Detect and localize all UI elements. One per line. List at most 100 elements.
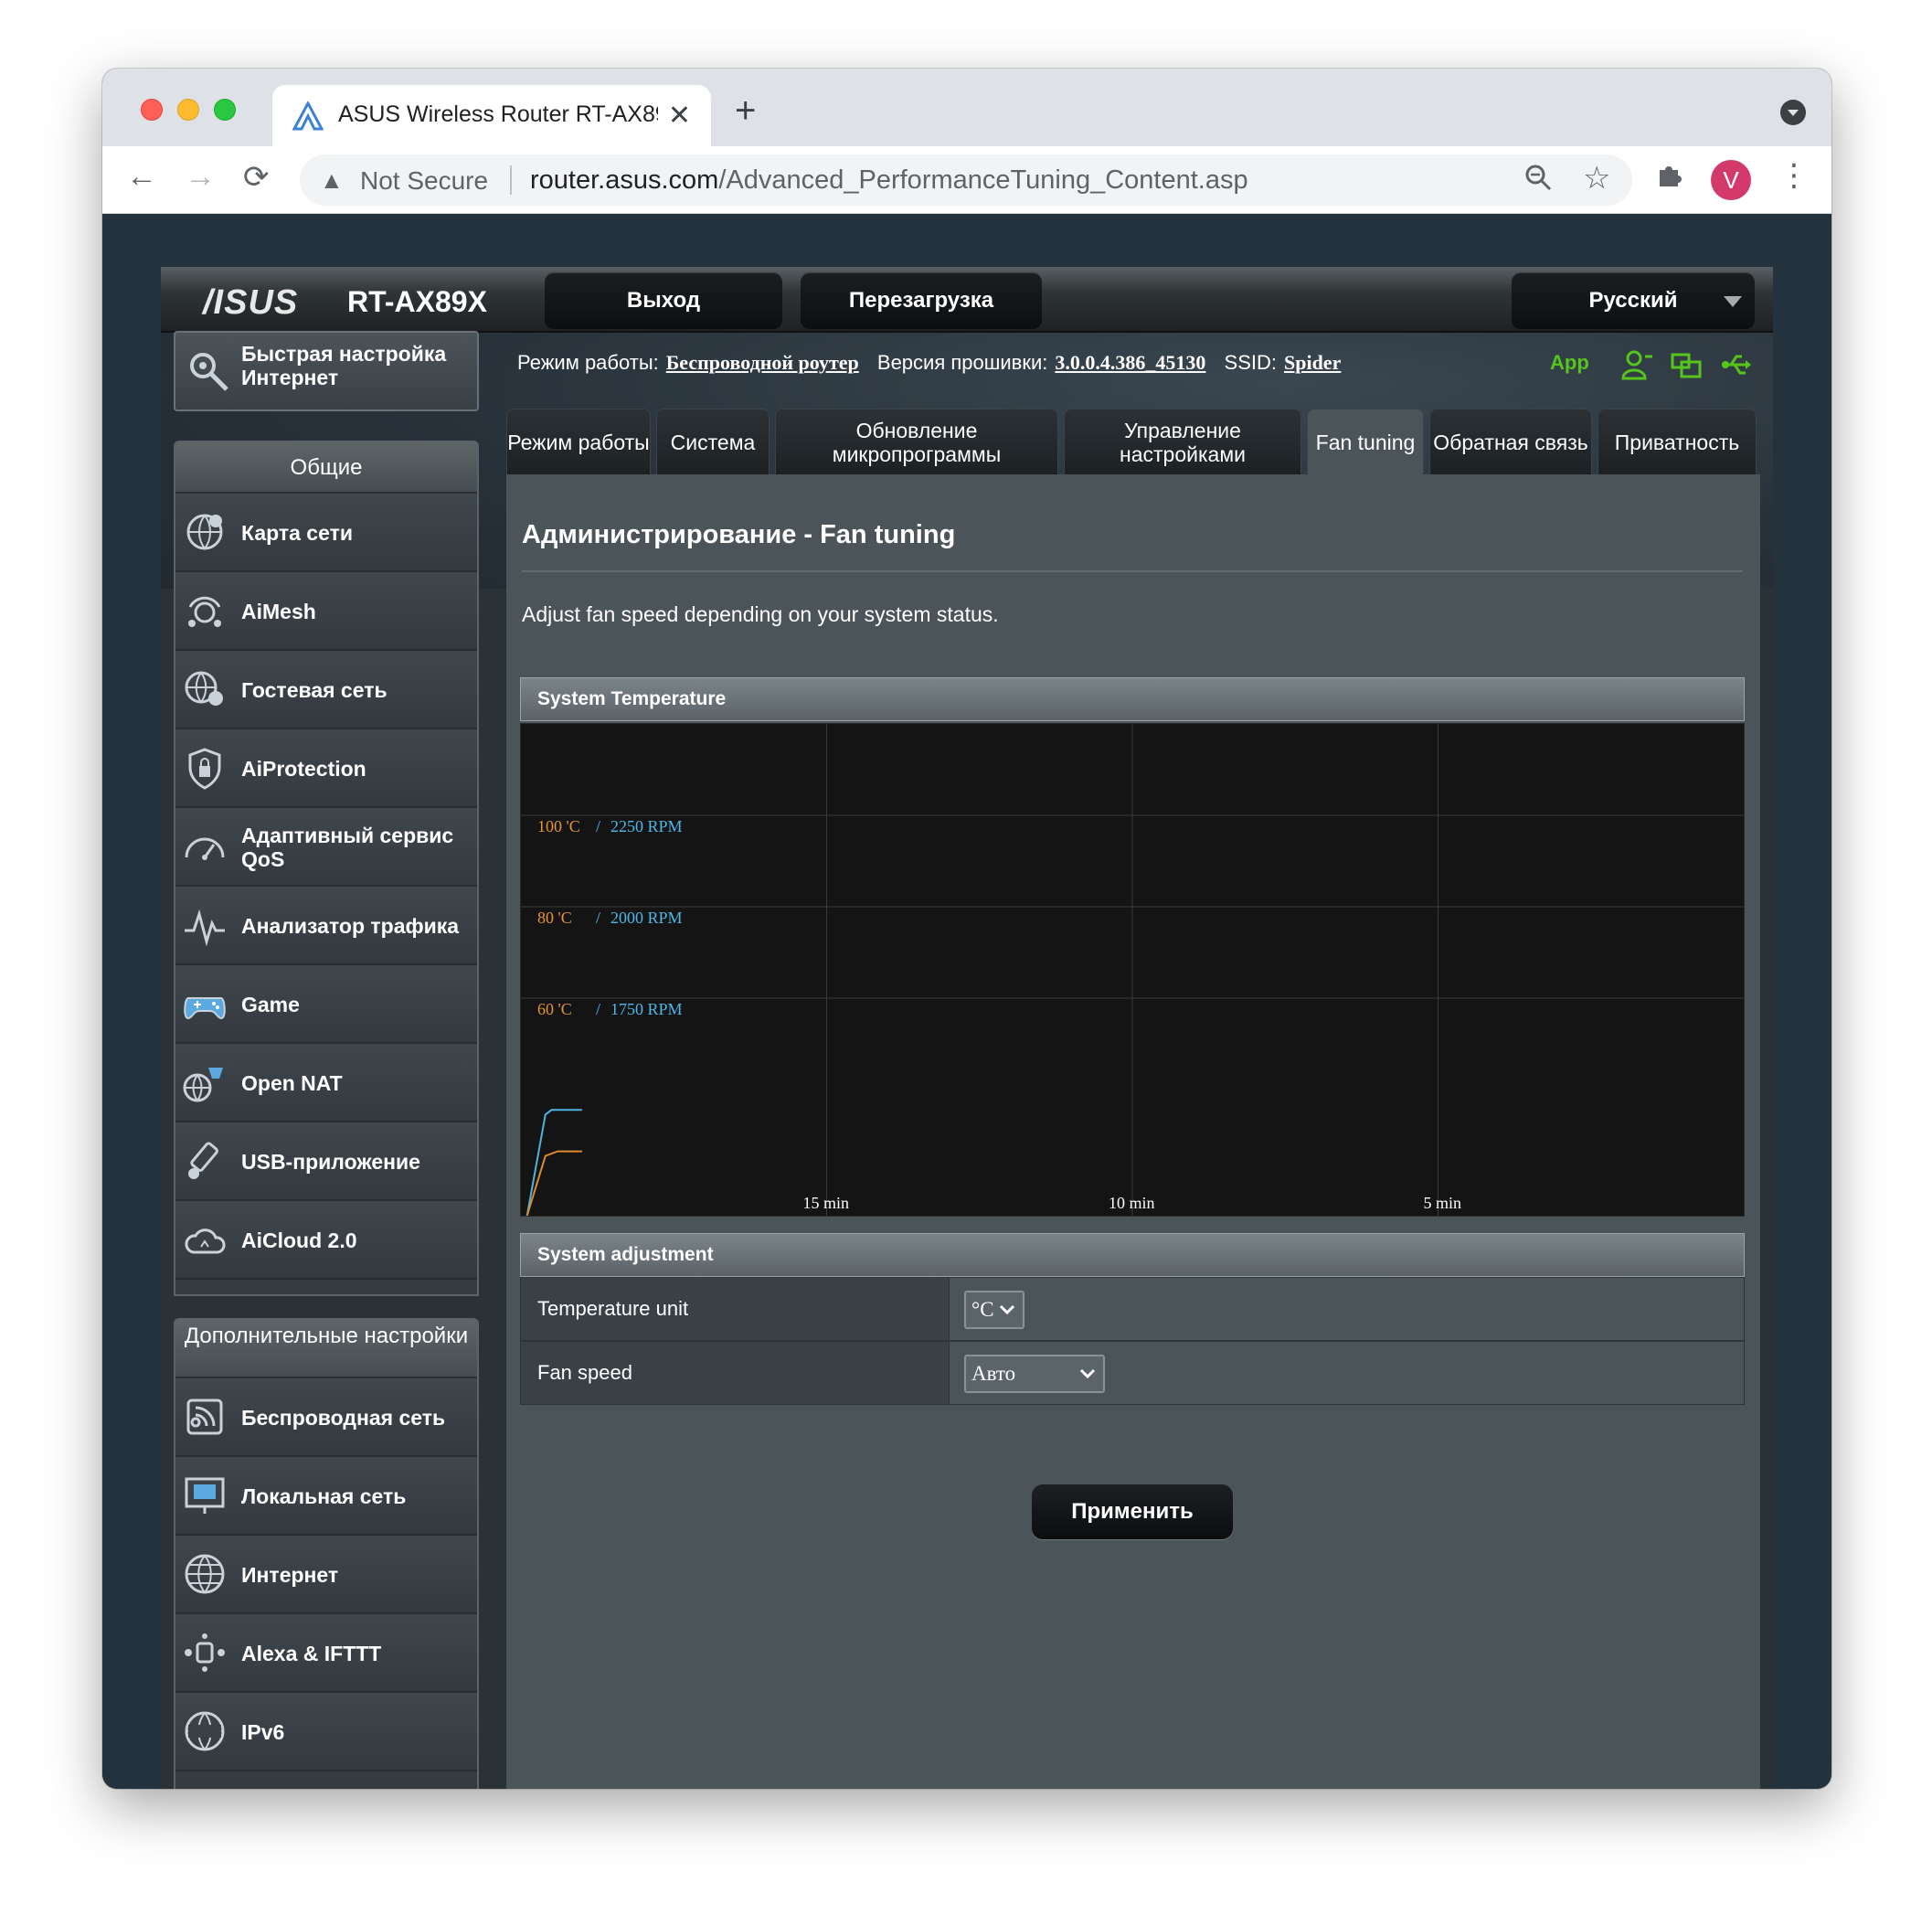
alexa-ifttt-icon bbox=[185, 1633, 225, 1672]
browser-tab[interactable]: ASUS Wireless Router RT-AX89X ✕ bbox=[272, 85, 711, 146]
sidebar-item-lan[interactable]: Локальная сеть bbox=[175, 1457, 477, 1536]
router-page: /ISUS RT-AX89X Выход Перезагрузка Русски… bbox=[102, 215, 1831, 1789]
sidebar-item-aiprotection[interactable]: AiProtection bbox=[175, 729, 477, 808]
open-nat-icon bbox=[183, 1068, 223, 1102]
advanced-menu: Дополнительные настройки Беспроводная се… bbox=[174, 1318, 479, 1789]
tab-system[interactable]: Система bbox=[656, 409, 770, 474]
chevron-down-icon bbox=[1724, 296, 1742, 307]
rpm-axis-label: 2250 RPM bbox=[610, 817, 683, 835]
temperature-axis-label: 80 'C bbox=[537, 909, 572, 927]
sidebar-item-aicloud[interactable]: AiCloud 2.0 bbox=[175, 1201, 477, 1280]
app-link[interactable]: App bbox=[1550, 351, 1589, 375]
tab-firmware-upgrade[interactable]: Обновление микропрограммы bbox=[775, 409, 1058, 474]
title-divider bbox=[522, 570, 1743, 572]
temperature-axis-label: 60 'C bbox=[537, 1000, 572, 1018]
op-mode-label: Режим работы: bbox=[517, 351, 659, 374]
sidebar-item-label: AiMesh bbox=[241, 600, 316, 623]
tab-title: ASUS Wireless Router RT-AX89X bbox=[338, 101, 658, 127]
language-select[interactable]: Русский bbox=[1512, 272, 1755, 329]
not-secure-label[interactable]: Not Secure bbox=[360, 166, 488, 196]
sidebar-item-internet[interactable]: Интернет bbox=[175, 1536, 477, 1614]
minimize-window-button[interactable] bbox=[177, 99, 199, 121]
apply-button[interactable]: Применить bbox=[1032, 1484, 1233, 1539]
sidebar-item-label: Alexa & IFTTT bbox=[241, 1642, 382, 1665]
sidebar-item-usb-application[interactable]: USB-приложение bbox=[175, 1122, 477, 1201]
fan-speed-row: Fan speed Авто bbox=[520, 1341, 1745, 1405]
logout-button[interactable]: Выход bbox=[545, 272, 782, 329]
time-axis-label: 5 min bbox=[1424, 1194, 1462, 1212]
back-icon[interactable]: ← bbox=[126, 159, 157, 195]
network-status-icon[interactable] bbox=[1671, 349, 1702, 380]
lan-icon bbox=[185, 1477, 225, 1514]
temperature-axis-label: 100 'C bbox=[537, 817, 580, 835]
close-window-button[interactable] bbox=[141, 99, 163, 121]
extensions-icon[interactable] bbox=[1656, 161, 1683, 197]
fan-speed-cell: Авто bbox=[949, 1342, 1744, 1404]
sidebar-item-ipv6[interactable]: IPv6 bbox=[175, 1693, 477, 1771]
tab-feedback[interactable]: Обратная связь bbox=[1429, 409, 1592, 474]
sidebar-item-traffic-analyzer[interactable]: Анализатор трафика bbox=[175, 887, 477, 965]
router-header: /ISUS RT-AX89X Выход Перезагрузка Русски… bbox=[161, 267, 1773, 333]
maximize-window-button[interactable] bbox=[214, 99, 236, 121]
fan-speed-label: Fan speed bbox=[521, 1342, 949, 1404]
tab-settings-management[interactable]: Управление настройками bbox=[1064, 409, 1301, 474]
reboot-button[interactable]: Перезагрузка bbox=[801, 272, 1042, 329]
aimesh-icon bbox=[188, 596, 221, 627]
model-name: RT-AX89X bbox=[347, 285, 487, 318]
label-separator: / bbox=[596, 817, 600, 835]
time-axis-label: 10 min bbox=[1109, 1194, 1155, 1212]
url-text[interactable]: router.asus.com/Advanced_PerformanceTuni… bbox=[530, 165, 1248, 196]
temperature-unit-select[interactable]: °C bbox=[964, 1291, 1024, 1329]
rpm-axis-label: 1750 RPM bbox=[610, 1000, 683, 1018]
zoom-icon[interactable] bbox=[1524, 164, 1552, 198]
wizard-icon bbox=[190, 353, 228, 391]
fan-speed-value: Авто bbox=[971, 1362, 1016, 1385]
temperature-unit-row: Temperature unit °C bbox=[520, 1277, 1745, 1341]
aicloud-icon bbox=[185, 1228, 226, 1254]
tab-fan-tuning[interactable]: Fan tuning bbox=[1307, 409, 1424, 474]
sidebar-item-guest-network[interactable]: Гостевая сеть bbox=[175, 651, 477, 729]
browser-menu-icon[interactable]: ⋮ bbox=[1778, 157, 1810, 194]
rpm-axis-label: 2000 RPM bbox=[610, 909, 683, 927]
browser-toolbar: ← → ⟳ ▲ Not Secure router.asus.com/Advan… bbox=[102, 146, 1831, 214]
browser-window: ASUS Wireless Router RT-AX89X ✕ + ← → ⟳ … bbox=[102, 69, 1831, 1789]
sidebar-item-wireless[interactable]: Беспроводная сеть bbox=[175, 1378, 477, 1457]
divider bbox=[510, 165, 512, 195]
quick-setup-label: Быстрая настройка Интернет bbox=[241, 342, 447, 389]
close-tab-icon[interactable]: ✕ bbox=[668, 100, 691, 132]
sidebar-item-open-nat[interactable]: Open NAT bbox=[175, 1044, 477, 1122]
sidebar-item-qos[interactable]: Адаптивный сервис QoS bbox=[175, 808, 477, 887]
fan-speed-select[interactable]: Авто bbox=[964, 1355, 1105, 1393]
tab-privacy[interactable]: Приватность bbox=[1598, 409, 1757, 474]
forward-icon[interactable]: → bbox=[185, 159, 216, 195]
profile-avatar[interactable]: V bbox=[1711, 160, 1751, 200]
chevron-down-icon bbox=[999, 1304, 1015, 1315]
op-mode-link[interactable]: Беспроводной роутер bbox=[666, 351, 859, 374]
quick-internet-setup-button[interactable]: Быстрая настройка Интернет bbox=[174, 331, 479, 411]
sidebar-item-game[interactable]: Game bbox=[175, 965, 477, 1044]
game-icon bbox=[184, 997, 226, 1020]
address-bar[interactable]: ▲ Not Secure router.asus.com/Advanced_Pe… bbox=[300, 154, 1632, 206]
temperature-graph: 100 'C / 2250 RPM 80 'C / 2000 RPM 60 'C / 1750 … bbox=[520, 723, 1745, 1217]
sidebar-item-aimesh[interactable]: AiMesh bbox=[175, 572, 477, 651]
new-tab-button[interactable]: + bbox=[735, 90, 756, 132]
sidebar-item-alexa-ifttt[interactable]: Alexa & IFTTT bbox=[175, 1614, 477, 1693]
tab-operation-mode[interactable]: Режим работы bbox=[506, 409, 651, 474]
usb-icon[interactable] bbox=[1720, 349, 1751, 380]
router-frame: /ISUS RT-AX89X Выход Перезагрузка Русски… bbox=[161, 267, 1773, 1789]
sidebar-item-label: Адаптивный сервис QoS bbox=[241, 824, 454, 871]
tab-search-icon[interactable] bbox=[1780, 100, 1806, 125]
general-menu-title: Общие bbox=[175, 442, 477, 494]
bookmark-star-icon[interactable]: ☆ bbox=[1583, 160, 1610, 197]
ipv6-icon bbox=[185, 1711, 225, 1751]
sidebar-item-label: AiCloud 2.0 bbox=[241, 1228, 357, 1252]
page-title: Администрирование - Fan tuning bbox=[522, 520, 956, 549]
firmware-label: Версия прошивки: bbox=[876, 351, 1048, 374]
clients-icon[interactable] bbox=[1621, 349, 1652, 380]
guest-network-icon bbox=[185, 671, 223, 706]
chevron-down-icon bbox=[1079, 1368, 1096, 1379]
sidebar-item-network-map[interactable]: Карта сети bbox=[175, 494, 477, 572]
firmware-link[interactable]: 3.0.0.4.386_45130 bbox=[1055, 351, 1205, 374]
ssid-link[interactable]: Spider bbox=[1284, 351, 1341, 374]
reload-icon[interactable]: ⟳ bbox=[243, 159, 270, 196]
